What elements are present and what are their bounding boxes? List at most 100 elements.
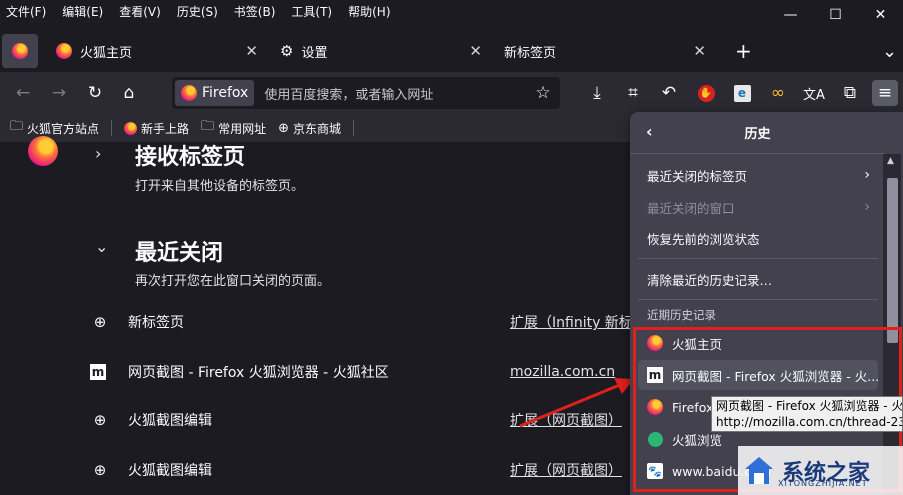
tab-firefox-home[interactable]: 火狐主页 ✕ bbox=[46, 34, 268, 68]
tooltip-title: 网页截图 - Firefox 火狐浏览器 - 火 bbox=[716, 399, 903, 413]
chevron-down-icon[interactable]: ⌄ bbox=[95, 237, 108, 256]
synced-tabs-desc: 打开来自其他设备的标签页。 bbox=[135, 179, 305, 194]
closed-tab-title: 火狐截图编辑 bbox=[128, 463, 212, 479]
undo-close-tab-icon[interactable]: ↶ bbox=[656, 80, 682, 106]
bookmark-star-icon[interactable]: ☆ bbox=[530, 80, 556, 106]
reload-icon[interactable]: ↻ bbox=[82, 80, 108, 106]
back-icon[interactable]: ← bbox=[10, 80, 36, 106]
tab-strip: 火狐主页 ✕ ⚙ 设置 ✕ 新标签页 ✕ + ⌄ bbox=[0, 30, 903, 72]
closed-tab-row[interactable]: ⊕ 火狐截图编辑 扩展（网页截图） bbox=[90, 458, 635, 482]
bookmark-separator bbox=[353, 120, 354, 136]
firefox-icon bbox=[28, 136, 58, 166]
tooltip: 网页截图 - Firefox 火狐浏览器 - 火 http://mozilla.… bbox=[711, 396, 903, 432]
bookmark-getting-started[interactable]: 新手上路 bbox=[124, 120, 189, 137]
globe-icon: ⊕ bbox=[93, 411, 107, 429]
folder-icon: 🗀 bbox=[10, 119, 24, 134]
firefox-icon bbox=[181, 85, 197, 101]
tab-label: 新标签页 bbox=[504, 45, 557, 61]
chevron-right-icon[interactable]: › bbox=[95, 144, 101, 163]
window-controls: — ☐ ✕ bbox=[768, 0, 903, 30]
recent-history-label: 近期历史记录 bbox=[647, 308, 716, 322]
recently-closed-tabs-item[interactable]: 最近关闭的标签页 › bbox=[638, 160, 878, 190]
menu-history[interactable]: 历史(S) bbox=[177, 3, 218, 20]
menu-item-label: 恢复先前的浏览状态 bbox=[647, 231, 760, 247]
bookmark-jd[interactable]: ⊕ 京东商城 bbox=[278, 120, 341, 137]
history-panel-header: ‹ 历史 bbox=[630, 112, 885, 154]
bookmark-label: 常用网址 bbox=[218, 121, 267, 136]
extensions-icon[interactable]: ⧉ bbox=[837, 80, 863, 106]
close-tab-icon[interactable]: ✕ bbox=[693, 42, 706, 60]
close-tab-icon[interactable]: ✕ bbox=[469, 42, 482, 60]
menu-edit[interactable]: 编辑(E) bbox=[62, 3, 103, 20]
synced-tabs-title: 接收标签页 bbox=[135, 145, 246, 170]
menu-item-label: 最近关闭的标签页 bbox=[647, 168, 748, 184]
close-tab-icon[interactable]: ✕ bbox=[245, 42, 258, 60]
globe-icon: ⊕ bbox=[93, 313, 107, 331]
scroll-thumb[interactable] bbox=[887, 178, 898, 343]
bookmark-common-sites[interactable]: 🗀 常用网址 bbox=[201, 117, 266, 139]
minimize-button[interactable]: — bbox=[768, 0, 813, 30]
tab-new-tab[interactable]: 新标签页 ✕ bbox=[494, 34, 716, 68]
chevron-right-icon: › bbox=[864, 199, 870, 215]
bookmark-separator bbox=[111, 120, 113, 136]
firefox-icon bbox=[12, 43, 28, 59]
search-engine-chip[interactable]: Firefox bbox=[175, 80, 255, 106]
watermark-logo: 系统之家 XITONGZHIJIA.NET bbox=[738, 446, 903, 495]
menu-view[interactable]: 查看(V) bbox=[119, 3, 161, 20]
adblock-icon[interactable]: ✋ bbox=[693, 80, 719, 106]
menu-help[interactable]: 帮助(H) bbox=[348, 3, 390, 20]
closed-tab-title: 火狐截图编辑 bbox=[128, 413, 212, 429]
maximize-button[interactable]: ☐ bbox=[813, 0, 858, 30]
closed-tab-url: 扩展（Infinity 新标 bbox=[510, 315, 633, 331]
globe-icon: ⊕ bbox=[278, 120, 289, 136]
annotation-arrow bbox=[519, 378, 634, 428]
panel-separator bbox=[638, 299, 878, 300]
mozilla-m-icon: m bbox=[90, 364, 106, 380]
download-icon[interactable]: ⤓ bbox=[584, 80, 610, 106]
restore-session-item[interactable]: 恢复先前的浏览状态 bbox=[638, 223, 878, 253]
crop-screenshot-icon[interactable]: ⌗ bbox=[620, 80, 646, 106]
new-tab-button[interactable]: + bbox=[725, 34, 755, 68]
tab-label: 设置 bbox=[301, 45, 328, 61]
bookmark-label: 新手上路 bbox=[141, 121, 190, 136]
globe-icon: ⊕ bbox=[93, 461, 107, 479]
tooltip-url: http://mozilla.com.cn/thread-230 bbox=[716, 415, 903, 429]
bookmark-label: 京东商城 bbox=[292, 121, 341, 136]
home-icon[interactable]: ⌂ bbox=[116, 80, 142, 106]
recently-closed-title: 最近关闭 bbox=[135, 241, 224, 266]
menu-file[interactable]: 文件(F) bbox=[6, 3, 46, 20]
gear-icon: ⚙ bbox=[280, 42, 294, 60]
history-panel-title: 历史 bbox=[744, 127, 771, 142]
bookmark-firefox-official[interactable]: 🗀 火狐官方站点 bbox=[10, 117, 99, 139]
back-chevron-icon[interactable]: ‹ bbox=[646, 122, 653, 141]
ie-tab-icon[interactable]: e bbox=[729, 80, 755, 106]
translate-icon[interactable]: 文A bbox=[801, 80, 827, 106]
recently-closed-desc: 再次打开您在此窗口关闭的页面。 bbox=[135, 274, 331, 289]
close-window-button[interactable]: ✕ bbox=[858, 0, 903, 30]
closed-tab-title: 网页截图 - Firefox 火狐浏览器 - 火狐社区 bbox=[128, 365, 389, 381]
app-menu-icon[interactable]: ≡ bbox=[872, 80, 898, 106]
menu-item-label: 清除最近的历史记录… bbox=[647, 272, 773, 288]
navigation-toolbar: ← → ↻ ⌂ Firefox 使用百度搜索，或者输入网址 ☆ ⤓ ⌗ ↶ ✋ … bbox=[0, 72, 903, 114]
house-logo-icon bbox=[745, 456, 773, 484]
forward-icon[interactable]: → bbox=[46, 80, 72, 106]
scroll-up-icon[interactable]: ▲ bbox=[887, 156, 894, 166]
tab-list-button[interactable]: ⌄ bbox=[872, 34, 902, 68]
menu-item-label: 最近关闭的窗口 bbox=[647, 200, 735, 216]
menu-bookmarks[interactable]: 书签(B) bbox=[234, 3, 276, 20]
tab-settings[interactable]: ⚙ 设置 ✕ bbox=[270, 34, 492, 68]
bookmark-label: 火狐官方站点 bbox=[27, 121, 100, 136]
closed-tab-title: 新标签页 bbox=[128, 315, 184, 331]
search-engine-label: Firefox bbox=[202, 85, 249, 101]
clear-history-item[interactable]: 清除最近的历史记录… bbox=[638, 264, 878, 294]
menu-tools[interactable]: 工具(T) bbox=[291, 3, 332, 20]
pinned-tab[interactable] bbox=[2, 34, 38, 68]
panel-separator bbox=[638, 258, 878, 259]
chevron-right-icon: › bbox=[864, 167, 870, 183]
tab-label: 火狐主页 bbox=[80, 45, 133, 61]
url-placeholder: 使用百度搜索，或者输入网址 bbox=[264, 87, 434, 103]
recently-closed-windows-item[interactable]: 最近关闭的窗口 › bbox=[638, 192, 878, 222]
url-bar[interactable]: Firefox 使用百度搜索，或者输入网址 bbox=[172, 77, 560, 109]
infinity-icon[interactable]: ∞ bbox=[765, 80, 791, 106]
closed-tab-row[interactable]: ⊕ 新标签页 扩展（Infinity 新标 bbox=[90, 310, 635, 334]
